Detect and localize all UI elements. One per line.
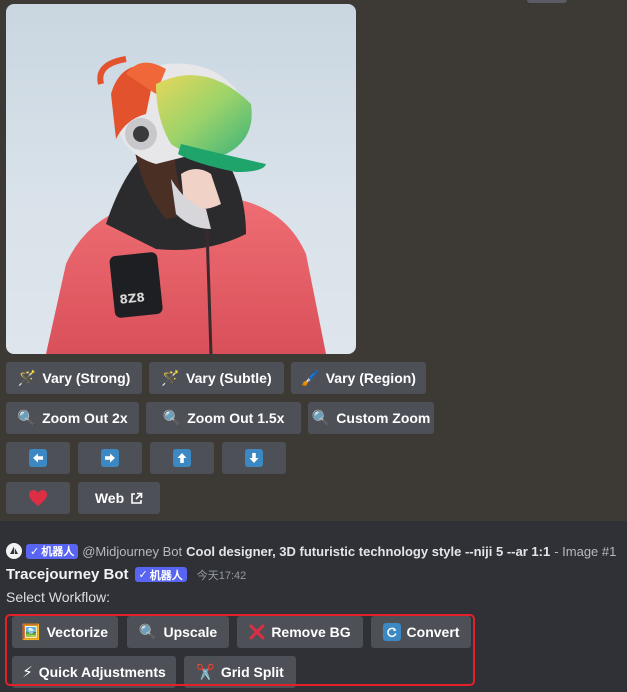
character-illustration: 8Z8 [46,56,326,354]
custom-zoom-button[interactable]: 🔍 Custom Zoom [308,402,434,434]
reference-author[interactable]: @Midjourney Bot [82,544,182,559]
arrow-down-icon [245,449,263,467]
pan-right-button[interactable] [78,442,142,474]
checkmark-icon: ✓ [30,545,40,558]
magnifier-icon: 🔍 [17,409,37,427]
arrow-up-icon [173,449,191,467]
magnifier-icon: 🔍 [162,409,182,427]
message-text: Select Workflow: [6,589,110,605]
bot-tag-label: 机器人 [149,569,183,582]
reference-prompt: Cool designer, 3D futuristic technology … [186,543,551,559]
top-edge-element [527,0,567,3]
message-timestamp: 今天17:42 [196,569,247,582]
arrow-left-icon [29,449,47,467]
vary-strong-button[interactable]: 🪄 Vary (Strong) [6,362,142,394]
pan-left-button[interactable] [6,442,70,474]
zoom-out-2x-button[interactable]: 🔍 Zoom Out 2x [6,402,139,434]
bot-tag-label: 机器人 [41,546,75,558]
workflow-highlight-box [5,614,475,686]
checkmark-icon: ✓ [138,569,148,581]
vary-region-button[interactable]: 🖌️ Vary (Region) [291,362,426,394]
vary-subtle-label: Vary (Subtle) [186,370,272,386]
vary-strong-label: Vary (Strong) [42,370,131,386]
heart-icon [28,489,48,507]
reference-suffix: - Image #1 [554,543,617,559]
magnifier-icon: 🔍 [311,409,331,427]
message-header: Tracejourney Bot ✓ 机器人 今天17:42 [6,566,246,583]
vary-subtle-button[interactable]: 🪄 Vary (Subtle) [149,362,284,394]
pan-down-button[interactable] [222,442,286,474]
vary-region-label: Vary (Region) [325,370,416,386]
zoom-out-2x-label: Zoom Out 2x [42,410,128,426]
external-link-icon [130,492,143,505]
custom-zoom-label: Custom Zoom [336,410,431,426]
bot-tag: ✓ 机器人 [134,567,187,582]
like-button[interactable] [6,482,70,514]
arrow-right-icon [101,449,119,467]
paintbrush-icon: 🖌️ [301,369,320,387]
zoom-out-1-5x-label: Zoom Out 1.5x [187,410,285,426]
web-label: Web [94,490,125,506]
reply-reference[interactable]: ✓ 机器人 @Midjourney Bot Cool designer, 3D f… [6,541,627,561]
pan-up-button[interactable] [150,442,214,474]
sleeve-patch-text: 8Z8 [119,290,146,307]
magic-wand-icon: 🪄 [17,369,37,387]
bot-tag: ✓ 机器人 [26,543,79,559]
generated-image[interactable]: 8Z8 [6,4,356,354]
author-name[interactable]: Tracejourney Bot [6,566,129,583]
magic-wand-icon: 🪄 [161,369,181,387]
web-link-button[interactable]: Web [78,482,160,514]
zoom-out-1-5x-button[interactable]: 🔍 Zoom Out 1.5x [146,402,301,434]
midjourney-avatar-icon [6,543,22,559]
